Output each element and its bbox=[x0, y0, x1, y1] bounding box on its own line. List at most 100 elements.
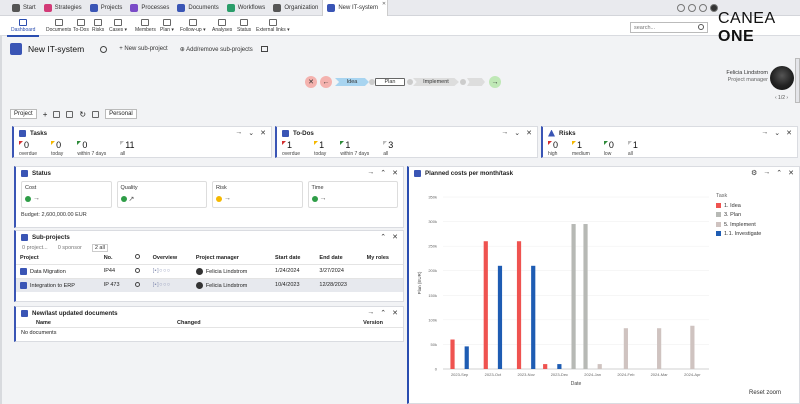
toolbar-external-links[interactable]: External links ▾ bbox=[256, 16, 290, 33]
settings-icon[interactable] bbox=[699, 4, 707, 12]
collapse-icon[interactable]: ⌄ bbox=[248, 129, 254, 137]
risks-kpi-all[interactable]: 1 all bbox=[627, 139, 638, 157]
filter-tab-all[interactable]: 2 all bbox=[91, 243, 108, 252]
cell-project[interactable]: Data Migration bbox=[16, 263, 100, 278]
risks-kpi-medium[interactable]: 1 medium bbox=[572, 139, 590, 157]
toolbar-risks[interactable]: Risks bbox=[92, 16, 104, 33]
legend-item[interactable]: 1.1. Investigate bbox=[716, 230, 761, 240]
filter-tab-sponsor[interactable]: 0 sponsor bbox=[58, 245, 82, 251]
tab-new-it-system[interactable]: New IT-system ✕ bbox=[322, 0, 389, 16]
legend-item[interactable]: 5. Implement bbox=[716, 221, 761, 231]
add-tab-icon[interactable]: + bbox=[43, 110, 48, 119]
bar[interactable] bbox=[531, 265, 536, 369]
tasks-kpi-within-7-days[interactable]: 0 within 7 days bbox=[77, 139, 106, 157]
bar[interactable] bbox=[583, 224, 588, 369]
open-arrow-icon[interactable]: → bbox=[501, 129, 508, 137]
tasks-kpi-overdue[interactable]: 0 overdue bbox=[19, 139, 37, 157]
legend-item[interactable]: 3. Plan bbox=[716, 211, 761, 221]
close-icon[interactable]: ✕ bbox=[786, 129, 792, 137]
todos-kpi-within-7-days[interactable]: 1 within 7 days bbox=[340, 139, 369, 157]
open-arrow-icon[interactable]: → bbox=[367, 309, 374, 317]
open-arrow-icon[interactable]: → bbox=[367, 169, 374, 177]
info-icon[interactable] bbox=[135, 281, 141, 287]
col-header[interactable]: Project manager bbox=[192, 252, 271, 264]
col-changed[interactable]: Changed bbox=[177, 320, 363, 326]
tab-start[interactable]: Start bbox=[8, 0, 40, 16]
bar[interactable] bbox=[657, 328, 662, 369]
risks-kpi-high[interactable]: 0 high bbox=[548, 139, 558, 157]
col-header[interactable]: Project bbox=[16, 252, 100, 264]
bar[interactable] bbox=[597, 364, 602, 369]
cell-info[interactable] bbox=[131, 263, 149, 278]
phase-implement[interactable]: Implement bbox=[413, 78, 459, 86]
bar[interactable] bbox=[483, 241, 488, 369]
bar[interactable] bbox=[516, 241, 522, 369]
next-phase-button[interactable]: → bbox=[489, 76, 501, 88]
col-header[interactable]: End date bbox=[315, 252, 362, 264]
col-name[interactable]: Name bbox=[36, 320, 177, 326]
toolbar-members[interactable]: Members bbox=[135, 16, 156, 33]
user-icon[interactable] bbox=[710, 4, 718, 12]
tab-strategies[interactable]: Strategies bbox=[40, 0, 86, 16]
table-row[interactable]: Integration to ERP IP 473 [▪]○○○ Felicia Li… bbox=[16, 277, 403, 292]
phase-idea[interactable]: Idea bbox=[335, 78, 369, 86]
tasks-kpi-today[interactable]: 0 today bbox=[51, 139, 63, 157]
tab-workflows[interactable]: Workflows bbox=[223, 0, 270, 16]
bar[interactable] bbox=[543, 364, 548, 369]
col-version[interactable]: Version bbox=[363, 320, 383, 326]
col-header[interactable]: My roles bbox=[363, 252, 403, 264]
collapse-icon[interactable]: ⌄ bbox=[774, 129, 780, 137]
close-icon[interactable]: ✕ bbox=[392, 309, 398, 317]
tab-documents[interactable]: Documents bbox=[173, 0, 222, 16]
search-icon[interactable] bbox=[698, 24, 704, 30]
status-risk[interactable]: Risk → bbox=[212, 181, 303, 208]
toolbar-status[interactable]: Status bbox=[237, 16, 251, 33]
toolbar-plan[interactable]: Plan ▾ bbox=[160, 16, 174, 33]
tab-projects[interactable]: Projects bbox=[86, 0, 127, 16]
left-collapse-strip[interactable] bbox=[0, 36, 2, 404]
col-header[interactable]: No. bbox=[100, 252, 132, 264]
open-arrow-icon[interactable]: → bbox=[235, 129, 242, 137]
cell-project[interactable]: Integration to ERP bbox=[16, 277, 100, 292]
delete-icon[interactable] bbox=[92, 110, 100, 118]
collapse-icon[interactable]: ⌃ bbox=[380, 309, 386, 317]
side-panel-handle[interactable] bbox=[795, 58, 800, 103]
status-quality[interactable]: Quality ↗ bbox=[116, 181, 207, 208]
bar[interactable] bbox=[557, 364, 562, 369]
info-icon[interactable] bbox=[135, 267, 141, 273]
reset-zoom-button[interactable]: Reset zoom bbox=[749, 390, 781, 396]
tab-project[interactable]: Project bbox=[10, 109, 37, 119]
open-arrow-icon[interactable]: → bbox=[761, 129, 768, 137]
status-cost[interactable]: Cost → bbox=[21, 181, 112, 208]
search-input[interactable] bbox=[630, 22, 708, 33]
new-subproject-button[interactable]: + New sub-project bbox=[119, 46, 168, 52]
filter-tab-project[interactable]: 0 project... bbox=[22, 245, 48, 251]
phase-plan[interactable]: Plan bbox=[375, 78, 405, 86]
help-icon[interactable] bbox=[677, 4, 685, 12]
add-remove-subprojects-button[interactable]: ⊕ Add/remove sub-projects bbox=[180, 46, 253, 53]
avatar[interactable] bbox=[770, 66, 794, 90]
bar[interactable] bbox=[450, 339, 455, 369]
cell-info[interactable] bbox=[131, 277, 149, 292]
toolbar-to-dos[interactable]: To-Dos bbox=[73, 16, 89, 33]
close-tab-icon[interactable]: ✕ bbox=[382, 1, 386, 7]
table-row[interactable]: Data Migration IP44 [▪]○○○ Felicia Lindstro… bbox=[16, 263, 403, 278]
previous-phase-button[interactable]: ← bbox=[320, 76, 332, 88]
copy-icon[interactable] bbox=[66, 110, 74, 118]
archive-icon[interactable] bbox=[260, 46, 268, 52]
cancel-phase-button[interactable]: ✕ bbox=[305, 76, 317, 88]
bar[interactable] bbox=[497, 265, 503, 369]
col-header[interactable] bbox=[131, 252, 148, 264]
bar[interactable] bbox=[571, 224, 576, 369]
legend-item[interactable]: 1. Idea bbox=[716, 202, 761, 212]
collapse-icon[interactable]: ⌃ bbox=[380, 233, 386, 241]
collapse-icon[interactable]: ⌃ bbox=[380, 169, 386, 177]
toolbar-analyses[interactable]: Analyses bbox=[212, 16, 232, 33]
risks-kpi-low[interactable]: 0 low bbox=[603, 139, 614, 157]
tab-processes[interactable]: Processes bbox=[126, 0, 173, 16]
col-header[interactable]: Start date bbox=[271, 252, 315, 264]
tasks-kpi-all[interactable]: 11 all bbox=[120, 139, 135, 157]
bar[interactable] bbox=[690, 325, 695, 369]
toolbar-dashboard[interactable]: Dashboard bbox=[6, 16, 41, 37]
bar[interactable] bbox=[464, 346, 469, 369]
